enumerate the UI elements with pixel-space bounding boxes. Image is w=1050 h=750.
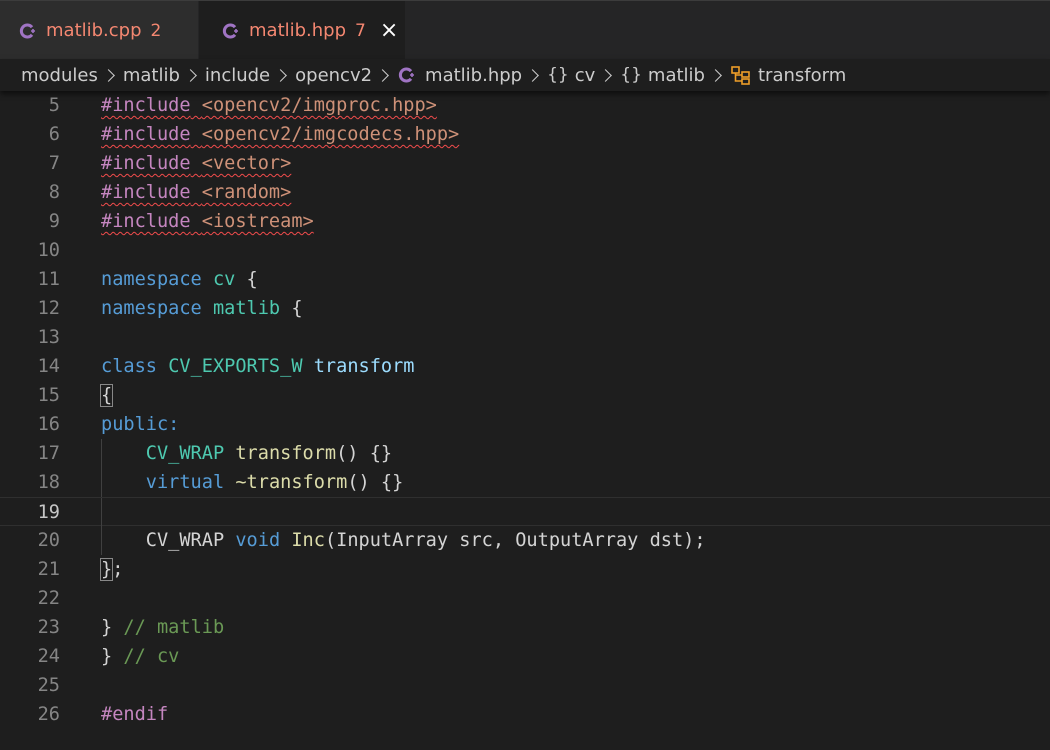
line-content: #include <opencv2/imgproc.hpp> (101, 95, 437, 116)
line-number: 13 (37, 327, 60, 348)
breadcrumb-item-include[interactable]: include (205, 65, 270, 86)
chevron-right-icon (184, 68, 197, 82)
problem-count-badge: 2 (150, 20, 162, 41)
line-number: 16 (37, 414, 60, 435)
problem-count-badge: 7 (355, 20, 366, 41)
chevron-right-icon (376, 68, 389, 82)
line-number: 6 (48, 124, 60, 145)
line-number: 9 (48, 211, 60, 232)
line-content: namespace cv { (101, 269, 258, 290)
matching-bracket: } (99, 558, 114, 581)
line-number: 10 (37, 240, 60, 261)
line-number: 7 (48, 153, 60, 174)
code-line[interactable]: 22 (0, 584, 1050, 613)
line-number: 8 (48, 182, 60, 203)
namespace-icon: {} (620, 65, 642, 85)
code-line[interactable]: 15 { (0, 381, 1050, 410)
line-content: #include <iostream> (101, 211, 314, 232)
code-line[interactable]: 25 (0, 671, 1050, 700)
code-line[interactable]: 24 } // cv (0, 642, 1050, 671)
line-content: class CV_EXPORTS_W transform (101, 356, 415, 377)
line-content: virtual ~transform() {} (145, 472, 404, 493)
tab-bar: matlib.cpp 2 matlib.hpp 7 × (0, 0, 1050, 60)
breadcrumb-item-transform[interactable]: transform (758, 65, 846, 86)
line-number: 24 (37, 646, 60, 667)
code-line[interactable]: 8 #include <random> (0, 178, 1050, 207)
tab-matlib-hpp[interactable]: matlib.hpp 7 × (199, 1, 405, 60)
code-line[interactable]: 10 (0, 236, 1050, 265)
code-line[interactable]: 13 (0, 323, 1050, 352)
line-number: 21 (37, 559, 60, 580)
code-line[interactable]: 21 }; (0, 555, 1050, 584)
line-number: 17 (37, 443, 60, 464)
line-number: 22 (37, 588, 60, 609)
line-content: #include <vector> (101, 153, 292, 174)
line-content: } // matlib (101, 617, 225, 638)
line-number: 12 (37, 298, 60, 319)
breadcrumb-item-file[interactable]: matlib.hpp (425, 65, 522, 86)
code-line[interactable]: 23 } // matlib (0, 613, 1050, 642)
line-content: CV_WRAP transform() {} (145, 443, 393, 464)
cpp-file-icon (222, 23, 238, 38)
line-number: 15 (37, 385, 60, 406)
breadcrumb-item-cv[interactable]: cv (575, 65, 596, 86)
class-symbol-icon (731, 66, 750, 85)
code-line[interactable]: 14 class CV_EXPORTS_W transform (0, 352, 1050, 381)
line-content: public: (101, 414, 180, 435)
breadcrumb-item-matlib-ns[interactable]: matlib (648, 65, 705, 86)
chevron-right-icon (274, 68, 287, 82)
code-line[interactable]: 7 #include <vector> (0, 149, 1050, 178)
namespace-icon: {} (547, 65, 569, 85)
line-content: { (99, 381, 114, 410)
breadcrumb: modules matlib include opencv2 matlib.hp… (0, 59, 1050, 91)
tab-label: matlib.hpp (249, 20, 347, 41)
line-number: 23 (37, 617, 60, 638)
cpp-file-icon (19, 23, 35, 38)
code-line[interactable]: 17 CV_WRAP transform() {} (0, 439, 1050, 468)
chevron-right-icon (526, 68, 539, 82)
line-content: #include <opencv2/imgcodecs.hpp> (101, 124, 460, 145)
line-number: 26 (37, 704, 60, 725)
line-number: 25 (37, 675, 60, 696)
line-content: #endif (101, 704, 169, 725)
code-line[interactable]: 18 virtual ~transform() {} (0, 468, 1050, 497)
indent-guide (101, 498, 102, 527)
tab-matlib-cpp[interactable]: matlib.cpp 2 (0, 1, 198, 60)
line-number: 19 (37, 502, 60, 523)
code-line[interactable]: 9 #include <iostream> (0, 207, 1050, 236)
line-content: namespace matlib { (101, 298, 303, 319)
matching-bracket: { (99, 384, 114, 407)
code-line[interactable]: 5 #include <opencv2/imgproc.hpp> (0, 91, 1050, 120)
line-content: #include <random> (101, 182, 292, 203)
line-number: 20 (37, 530, 60, 551)
line-content: } // cv (101, 646, 180, 667)
code-line[interactable]: 12 namespace matlib { (0, 294, 1050, 323)
code-line[interactable]: 20 CV_WRAP void Inc(InputArray src, Outp… (0, 526, 1050, 555)
chevron-right-icon (599, 68, 613, 82)
breadcrumb-item-modules[interactable]: modules (21, 65, 98, 86)
close-icon[interactable]: × (380, 19, 398, 42)
breadcrumb-item-opencv2[interactable]: opencv2 (295, 65, 372, 86)
chevron-right-icon (709, 68, 722, 82)
code-line[interactable]: 26 #endif (0, 700, 1050, 729)
line-content: CV_WRAP void Inc(InputArray src, OutputA… (145, 530, 706, 551)
tab-label: matlib.cpp (46, 20, 142, 41)
line-number: 18 (37, 472, 60, 493)
line-number: 14 (37, 356, 60, 377)
line-content: }; (99, 558, 124, 581)
breadcrumb-item-matlib[interactable]: matlib (123, 65, 180, 86)
line-number: 5 (48, 95, 60, 116)
current-line[interactable]: 19 (0, 497, 1050, 527)
code-line[interactable]: 16 public: (0, 410, 1050, 439)
line-number: 11 (37, 269, 60, 290)
code-editor[interactable]: 5 #include <opencv2/imgproc.hpp> 6 #incl… (0, 91, 1050, 750)
code-line[interactable]: 11 namespace cv { (0, 265, 1050, 294)
chevron-right-icon (101, 68, 115, 82)
cpp-file-icon (398, 67, 415, 83)
code-line[interactable]: 6 #include <opencv2/imgcodecs.hpp> (0, 120, 1050, 149)
